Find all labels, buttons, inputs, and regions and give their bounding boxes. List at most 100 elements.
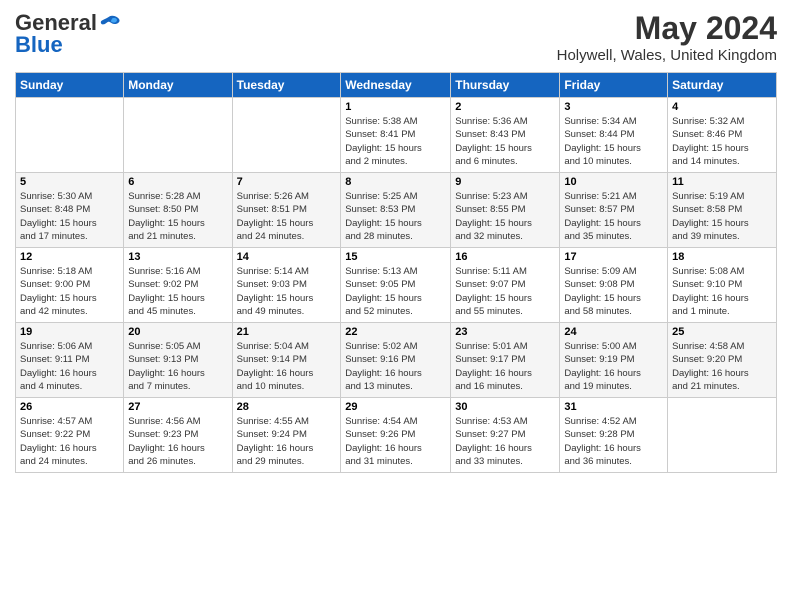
day-info: Sunrise: 4:56 AM Sunset: 9:23 PM Dayligh… [128,415,227,468]
calendar-row: 26 Sunrise: 4:57 AM Sunset: 9:22 PM Dayli… [16,398,777,473]
calendar-cell: 19 Sunrise: 5:06 AM Sunset: 9:11 PM Dayli… [16,323,124,398]
day-info: Sunrise: 5:05 AM Sunset: 9:13 PM Dayligh… [128,340,227,393]
day-info: Sunrise: 5:32 AM Sunset: 8:46 PM Dayligh… [672,115,772,168]
calendar-cell: 6 Sunrise: 5:28 AM Sunset: 8:50 PM Daylig… [124,173,232,248]
day-info: Sunrise: 4:55 AM Sunset: 9:24 PM Dayligh… [237,415,337,468]
calendar-cell: 8 Sunrise: 5:25 AM Sunset: 8:53 PM Daylig… [341,173,451,248]
day-number: 9 [455,176,555,188]
calendar-cell: 31 Sunrise: 4:52 AM Sunset: 9:28 PM Dayli… [560,398,668,473]
day-number: 2 [455,101,555,113]
day-number: 11 [672,176,772,188]
day-info: Sunrise: 5:01 AM Sunset: 9:17 PM Dayligh… [455,340,555,393]
day-number: 18 [672,251,772,263]
col-header-sunday: Sunday [16,73,124,98]
day-info: Sunrise: 5:09 AM Sunset: 9:08 PM Dayligh… [564,265,663,318]
day-number: 12 [20,251,119,263]
calendar-cell: 7Sunrise: 5:26 AM Sunset: 8:51 PM Daylig… [232,173,341,248]
col-header-tuesday: Tuesday [232,73,341,98]
day-info: Sunrise: 5:30 AM Sunset: 8:48 PM Dayligh… [20,190,119,243]
calendar-cell: 21Sunrise: 5:04 AM Sunset: 9:14 PM Dayli… [232,323,341,398]
day-number: 19 [20,326,119,338]
day-number: 26 [20,401,119,413]
day-number: 31 [564,401,663,413]
day-info: Sunrise: 5:04 AM Sunset: 9:14 PM Dayligh… [237,340,337,393]
month-year: May 2024 [557,10,777,47]
day-info: Sunrise: 5:06 AM Sunset: 9:11 PM Dayligh… [20,340,119,393]
day-info: Sunrise: 4:54 AM Sunset: 9:26 PM Dayligh… [345,415,446,468]
logo-bird-icon [99,11,121,33]
logo: General Blue [15,10,121,58]
calendar-table: SundayMondayTuesdayWednesdayThursdayFrid… [15,72,777,473]
day-info: Sunrise: 5:23 AM Sunset: 8:55 PM Dayligh… [455,190,555,243]
day-info: Sunrise: 5:21 AM Sunset: 8:57 PM Dayligh… [564,190,663,243]
calendar-cell: 1Sunrise: 5:38 AM Sunset: 8:41 PM Daylig… [341,98,451,173]
calendar-cell: 23 Sunrise: 5:01 AM Sunset: 9:17 PM Dayli… [451,323,560,398]
calendar-header-row: SundayMondayTuesdayWednesdayThursdayFrid… [16,73,777,98]
day-info: Sunrise: 5:34 AM Sunset: 8:44 PM Dayligh… [564,115,663,168]
day-info: Sunrise: 5:36 AM Sunset: 8:43 PM Dayligh… [455,115,555,168]
day-info: Sunrise: 4:57 AM Sunset: 9:22 PM Dayligh… [20,415,119,468]
day-number: 29 [345,401,446,413]
calendar-cell [232,98,341,173]
day-info: Sunrise: 5:16 AM Sunset: 9:02 PM Dayligh… [128,265,227,318]
calendar-cell [124,98,232,173]
day-number: 27 [128,401,227,413]
logo-blue-text: Blue [15,32,63,58]
day-info: Sunrise: 5:28 AM Sunset: 8:50 PM Dayligh… [128,190,227,243]
calendar-row: 5 Sunrise: 5:30 AM Sunset: 8:48 PM Daylig… [16,173,777,248]
day-info: Sunrise: 5:25 AM Sunset: 8:53 PM Dayligh… [345,190,446,243]
calendar-cell: 11Sunrise: 5:19 AM Sunset: 8:58 PM Dayli… [668,173,777,248]
day-number: 25 [672,326,772,338]
day-number: 4 [672,101,772,113]
calendar-cell: 18 Sunrise: 5:08 AM Sunset: 9:10 PM Dayli… [668,248,777,323]
calendar-cell: 16Sunrise: 5:11 AM Sunset: 9:07 PM Dayli… [451,248,560,323]
col-header-thursday: Thursday [451,73,560,98]
day-info: Sunrise: 5:00 AM Sunset: 9:19 PM Dayligh… [564,340,663,393]
calendar-cell: 3 Sunrise: 5:34 AM Sunset: 8:44 PM Daylig… [560,98,668,173]
day-info: Sunrise: 4:58 AM Sunset: 9:20 PM Dayligh… [672,340,772,393]
day-number: 10 [564,176,663,188]
day-number: 28 [237,401,337,413]
col-header-wednesday: Wednesday [341,73,451,98]
day-info: Sunrise: 5:02 AM Sunset: 9:16 PM Dayligh… [345,340,446,393]
day-number: 14 [237,251,337,263]
day-number: 15 [345,251,446,263]
day-number: 17 [564,251,663,263]
calendar-cell: 9 Sunrise: 5:23 AM Sunset: 8:55 PM Daylig… [451,173,560,248]
col-header-monday: Monday [124,73,232,98]
title-block: May 2024 Holywell, Wales, United Kingdom [557,10,777,64]
day-number: 13 [128,251,227,263]
calendar-row: 19 Sunrise: 5:06 AM Sunset: 9:11 PM Dayli… [16,323,777,398]
calendar-cell: 5 Sunrise: 5:30 AM Sunset: 8:48 PM Daylig… [16,173,124,248]
calendar-cell: 15Sunrise: 5:13 AM Sunset: 9:05 PM Dayli… [341,248,451,323]
day-number: 22 [345,326,446,338]
day-number: 20 [128,326,227,338]
col-header-friday: Friday [560,73,668,98]
calendar-cell: 29 Sunrise: 4:54 AM Sunset: 9:26 PM Dayli… [341,398,451,473]
col-header-saturday: Saturday [668,73,777,98]
calendar-cell: 25 Sunrise: 4:58 AM Sunset: 9:20 PM Dayli… [668,323,777,398]
calendar-cell: 22 Sunrise: 5:02 AM Sunset: 9:16 PM Dayli… [341,323,451,398]
calendar-cell: 27 Sunrise: 4:56 AM Sunset: 9:23 PM Dayli… [124,398,232,473]
calendar-cell: 12 Sunrise: 5:18 AM Sunset: 9:00 PM Dayli… [16,248,124,323]
day-info: Sunrise: 4:52 AM Sunset: 9:28 PM Dayligh… [564,415,663,468]
calendar-cell [16,98,124,173]
calendar-row: 1Sunrise: 5:38 AM Sunset: 8:41 PM Daylig… [16,98,777,173]
day-info: Sunrise: 5:11 AM Sunset: 9:07 PM Dayligh… [455,265,555,318]
day-number: 8 [345,176,446,188]
calendar-row: 12 Sunrise: 5:18 AM Sunset: 9:00 PM Dayli… [16,248,777,323]
day-info: Sunrise: 5:08 AM Sunset: 9:10 PM Dayligh… [672,265,772,318]
calendar-page: General Blue May 2024 Holywell, Wales, U… [0,0,792,612]
day-number: 7 [237,176,337,188]
day-number: 6 [128,176,227,188]
day-number: 5 [20,176,119,188]
calendar-cell: 24Sunrise: 5:00 AM Sunset: 9:19 PM Dayli… [560,323,668,398]
calendar-cell: 30Sunrise: 4:53 AM Sunset: 9:27 PM Dayli… [451,398,560,473]
calendar-cell: 10 Sunrise: 5:21 AM Sunset: 8:57 PM Dayli… [560,173,668,248]
day-info: Sunrise: 5:18 AM Sunset: 9:00 PM Dayligh… [20,265,119,318]
calendar-cell: 26 Sunrise: 4:57 AM Sunset: 9:22 PM Dayli… [16,398,124,473]
calendar-cell [668,398,777,473]
calendar-cell: 17 Sunrise: 5:09 AM Sunset: 9:08 PM Dayli… [560,248,668,323]
day-number: 3 [564,101,663,113]
day-number: 23 [455,326,555,338]
